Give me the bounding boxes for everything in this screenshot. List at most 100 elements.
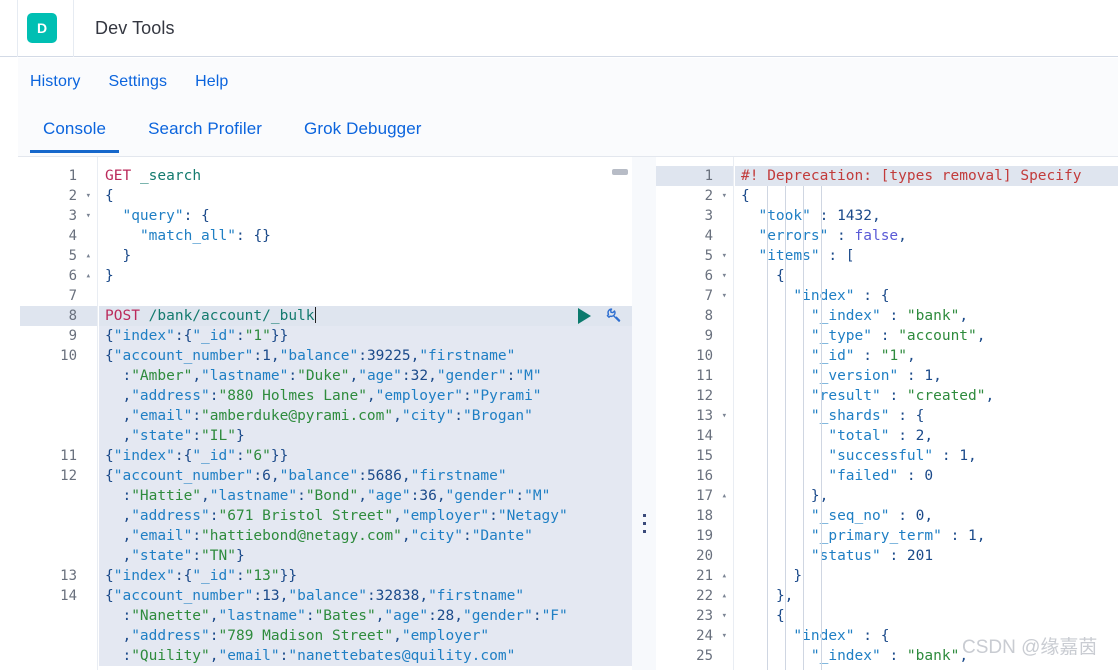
code-fold-toggle-icon[interactable]: ▾ (722, 266, 727, 286)
code-line[interactable]: "result" : "created", (735, 386, 1118, 406)
gutter-line-number[interactable] (20, 626, 97, 646)
gutter-line-number[interactable]: 2 ▾ (20, 186, 97, 206)
code-fold-toggle-icon[interactable]: ▾ (86, 186, 91, 206)
code-line[interactable]: ,"state":"TN"} (99, 546, 632, 566)
code-line[interactable]: :"Amber","lastname":"Duke","age":32,"gen… (99, 366, 632, 386)
code-line[interactable]: :"Quility","email":"nanettebates@quility… (99, 646, 632, 666)
code-line[interactable]: ,"email":"hattiebond@netagy.com","city":… (99, 526, 632, 546)
gutter-line-number[interactable]: 6 ▴ (20, 266, 97, 286)
code-line[interactable]: "match_all": {} (99, 226, 632, 246)
code-line[interactable]: {"account_number":6,"balance":5686,"firs… (99, 466, 632, 486)
code-line[interactable]: }, (735, 486, 1118, 506)
gutter-line-number[interactable]: 14 (656, 426, 733, 446)
code-line[interactable]: "_type" : "account", (735, 326, 1118, 346)
tab-search-profiler[interactable]: Search Profiler (135, 105, 275, 153)
gutter-line-number[interactable]: 13 ▾ (656, 406, 733, 426)
gutter-line-number[interactable]: 15 (656, 446, 733, 466)
gutter-line-number[interactable]: 20 (656, 546, 733, 566)
gutter-line-number[interactable] (20, 426, 97, 446)
gutter-line-number[interactable] (20, 506, 97, 526)
gutter-line-number[interactable]: 14 (20, 586, 97, 606)
code-line[interactable]: "failed" : 0 (735, 466, 1118, 486)
request-gutter[interactable]: 1 2 ▾ 3 ▾ 4 5 ▴ 6 ▴ 7 8 9 10 11 12 13 14 (20, 157, 98, 670)
code-line[interactable]: "index" : { (735, 626, 1118, 646)
request-code[interactable]: GET _search{ "query": { "match_all": {} … (99, 157, 632, 670)
code-fold-toggle-icon[interactable]: ▾ (722, 606, 727, 626)
gutter-line-number[interactable]: 23 ▾ (656, 606, 733, 626)
code-line[interactable]: { (735, 606, 1118, 626)
code-line[interactable]: "_shards" : { (735, 406, 1118, 426)
code-line[interactable]: {"index":{"_id":"1"}} (99, 326, 632, 346)
gutter-line-number[interactable]: 22 ▴ (656, 586, 733, 606)
code-line[interactable]: "successful" : 1, (735, 446, 1118, 466)
code-line[interactable]: {"account_number":13,"balance":32838,"fi… (99, 586, 632, 606)
code-line[interactable]: } (99, 266, 632, 286)
code-line[interactable]: { (735, 186, 1118, 206)
gutter-line-number[interactable]: 19 (656, 526, 733, 546)
request-editor[interactable]: 1 2 ▾ 3 ▾ 4 5 ▴ 6 ▴ 7 8 9 10 11 12 13 14 GET _search{ "qu… (20, 157, 632, 670)
code-fold-toggle-icon[interactable]: ▴ (722, 586, 727, 606)
code-line[interactable]: "errors" : false, (735, 226, 1118, 246)
code-line[interactable]: "_id" : "1", (735, 346, 1118, 366)
play-icon[interactable] (578, 307, 591, 324)
code-line[interactable]: "index" : { (735, 286, 1118, 306)
gutter-line-number[interactable]: 5 ▴ (20, 246, 97, 266)
code-line[interactable]: ,"email":"amberduke@pyrami.com","city":"… (99, 406, 632, 426)
code-line[interactable]: ,"address":"671 Bristol Street","employe… (99, 506, 632, 526)
code-fold-toggle-icon[interactable]: ▾ (722, 286, 727, 306)
gutter-line-number[interactable]: 12 (656, 386, 733, 406)
code-line[interactable]: {"index":{"_id":"13"}} (99, 566, 632, 586)
code-fold-toggle-icon[interactable]: ▴ (722, 486, 727, 506)
code-line[interactable]: } (735, 566, 1118, 586)
gutter-line-number[interactable]: 1 (20, 166, 97, 186)
code-line[interactable]: {"account_number":1,"balance":39225,"fir… (99, 346, 632, 366)
code-line[interactable]: "_index" : "bank", (735, 646, 1118, 666)
gutter-line-number[interactable] (20, 406, 97, 426)
code-line[interactable]: "took" : 1432, (735, 206, 1118, 226)
gutter-line-number[interactable]: 4 (656, 226, 733, 246)
gutter-line-number[interactable] (20, 366, 97, 386)
gutter-line-number[interactable] (20, 526, 97, 546)
code-line[interactable]: ,"address":"880 Holmes Lane","employer":… (99, 386, 632, 406)
response-gutter[interactable]: 1 2 ▾ 3 4 5 ▾ 6 ▾ 7 ▾ 8 9 10 11 12 13 ▾ 14 15 16 17 ▴ 18 19 20 21 ▴… (656, 157, 734, 670)
code-line[interactable]: "total" : 2, (735, 426, 1118, 446)
gutter-line-number[interactable]: 21 ▴ (656, 566, 733, 586)
code-line[interactable]: "_index" : "bank", (735, 306, 1118, 326)
nav-item-history[interactable]: History (30, 73, 80, 91)
code-fold-toggle-icon[interactable]: ▴ (722, 566, 727, 586)
gutter-line-number[interactable]: 9 (656, 326, 733, 346)
gutter-line-number[interactable] (20, 646, 97, 666)
code-fold-toggle-icon[interactable]: ▾ (722, 406, 727, 426)
gutter-line-number[interactable]: 12 (20, 466, 97, 486)
code-fold-toggle-icon[interactable]: ▾ (722, 186, 727, 206)
code-line[interactable]: {"index":{"_id":"6"}} (99, 446, 632, 466)
gutter-line-number[interactable]: 18 (656, 506, 733, 526)
gutter-line-number[interactable]: 3 ▾ (20, 206, 97, 226)
code-line[interactable]: { (735, 266, 1118, 286)
gutter-line-number[interactable]: 9 (20, 326, 97, 346)
gutter-line-number[interactable]: 16 (656, 466, 733, 486)
code-line[interactable]: "query": { (99, 206, 632, 226)
code-line[interactable]: "_version" : 1, (735, 366, 1118, 386)
code-line[interactable]: GET _search (99, 166, 632, 186)
code-fold-toggle-icon[interactable]: ▴ (86, 246, 91, 266)
app-logo[interactable]: D (27, 13, 57, 43)
code-fold-toggle-icon[interactable]: ▾ (86, 206, 91, 226)
gutter-line-number[interactable]: 1 (656, 166, 733, 186)
gutter-line-number[interactable]: 11 (20, 446, 97, 466)
wrench-icon[interactable] (605, 307, 622, 324)
gutter-line-number[interactable]: 24 ▾ (656, 626, 733, 646)
gutter-line-number[interactable] (20, 386, 97, 406)
code-line[interactable]: "_seq_no" : 0, (735, 506, 1118, 526)
code-line[interactable]: "_primary_term" : 1, (735, 526, 1118, 546)
gutter-line-number[interactable]: 17 ▴ (656, 486, 733, 506)
code-line[interactable]: { (99, 186, 632, 206)
code-line[interactable]: :"Hattie","lastname":"Bond","age":36,"ge… (99, 486, 632, 506)
gutter-line-number[interactable]: 6 ▾ (656, 266, 733, 286)
gutter-line-number[interactable]: 7 ▾ (656, 286, 733, 306)
request-scrollbar-thumb[interactable] (612, 169, 628, 175)
code-line[interactable] (99, 286, 632, 306)
gutter-line-number[interactable]: 25 (656, 646, 733, 666)
gutter-line-number[interactable]: 2 ▾ (656, 186, 733, 206)
splitter-drag-handle-icon[interactable] (642, 514, 646, 533)
